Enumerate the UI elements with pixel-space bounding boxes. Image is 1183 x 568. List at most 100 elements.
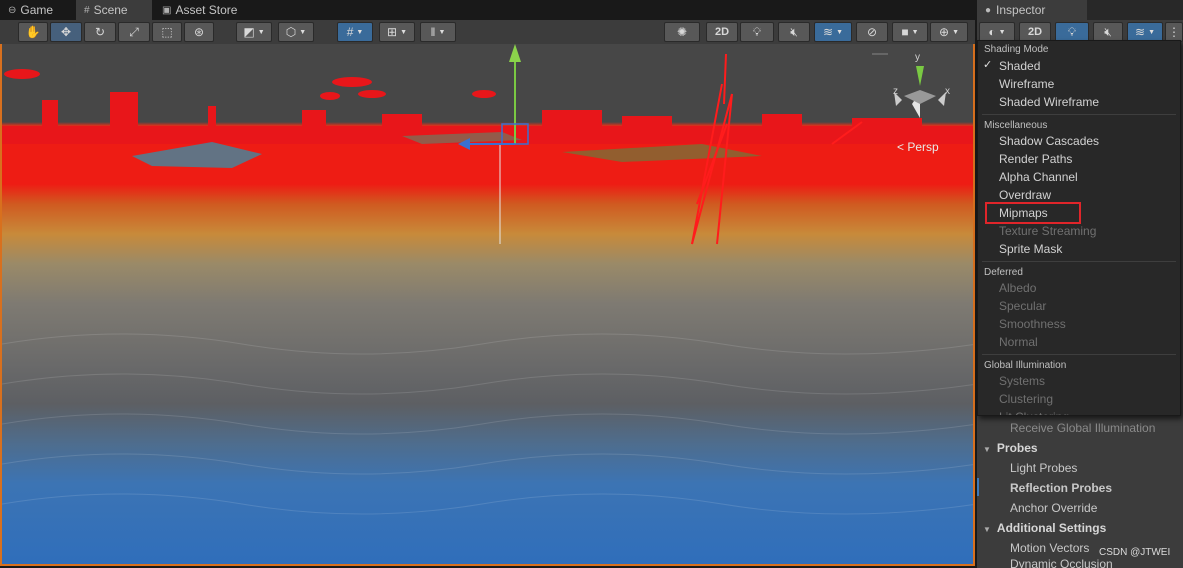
speaker-mute-icon: 🔇︎	[790, 24, 798, 39]
rotate-tool-button[interactable]: ↻	[84, 22, 116, 42]
mipmaps-highlight-box	[985, 202, 1081, 224]
triangle-down-icon: ▼	[983, 445, 991, 454]
scale-icon: ⤢	[129, 24, 139, 39]
chevron-down-icon: ▼	[257, 28, 265, 36]
dynamic-occlusion-row[interactable]: Dynamic Occlusion	[977, 557, 1183, 568]
inspector-audio-toggle[interactable]: 🔇︎	[1093, 22, 1123, 42]
move-arrows-icon: ✥	[60, 25, 72, 39]
inspector-2d-label: 2D	[1027, 26, 1043, 38]
debug-mode-button[interactable]: ✺	[664, 22, 700, 42]
menu-separator	[982, 354, 1176, 355]
reflection-probes-label: Reflection Probes	[1010, 481, 1113, 495]
ruler-dropdown[interactable]: ‖ ▼	[420, 22, 456, 42]
draw-mode-dropdown[interactable]: ◐ ▼	[979, 22, 1015, 42]
snap-increment-dropdown[interactable]: ⊞ ▼	[379, 22, 415, 42]
rect-tool-button[interactable]: ⬚	[152, 22, 182, 42]
effects-dropdown[interactable]: ≋ ▼	[814, 22, 852, 42]
inspector-more-button[interactable]: ⋮	[1165, 22, 1183, 42]
gizmo-axis-z: z	[893, 86, 898, 97]
hand-icon: ✋	[25, 25, 41, 39]
ruler-icon: ‖	[430, 25, 436, 39]
rotate-icon: ↻	[94, 25, 106, 39]
gizmo-globe-icon: ⊕	[939, 25, 950, 39]
draw-mode-menu: Shading Mode ✓ Shaded Wireframe Shaded W…	[977, 40, 1181, 416]
tab-asset-store[interactable]: ▣ Asset Store	[154, 0, 254, 20]
additional-settings-label: Additional Settings	[996, 521, 1107, 535]
chevron-down-icon: ▼	[438, 28, 446, 36]
layers-icon: ≋	[823, 25, 834, 39]
receive-gi-label: Receive Global Illumination	[1010, 421, 1156, 435]
chevron-down-icon: ▼	[356, 28, 364, 36]
camera-dropdown[interactable]: ■ ▼	[892, 22, 928, 42]
eye-slash-icon: ⊘	[866, 25, 878, 39]
checkmark-icon: ✓	[983, 59, 993, 71]
audio-toggle-button[interactable]: 🔇︎	[778, 22, 810, 42]
tab-scene[interactable]: # Scene	[76, 0, 152, 20]
menu-item-alpha-channel[interactable]: Alpha Channel	[999, 168, 1078, 186]
pencil-square-icon: ◩	[243, 25, 255, 39]
more-icon: ⋮	[1168, 25, 1180, 39]
menu-item-render-paths[interactable]: Render Paths	[999, 150, 1072, 168]
camera-icon: ■	[901, 25, 909, 39]
hand-tool-button[interactable]: ✋	[18, 22, 48, 42]
transform-icon: ⊛	[193, 25, 205, 39]
tab-strip-empty	[1087, 0, 1183, 20]
transform-tool-button[interactable]: ⊛	[184, 22, 214, 42]
chevron-down-icon: ▼	[400, 28, 407, 36]
cube-icon: ⬡	[285, 25, 297, 39]
chevron-down-icon: ▼	[952, 28, 959, 36]
persp-label[interactable]: < Persp	[897, 140, 939, 154]
lightbulb-icon: 💡︎	[1067, 24, 1077, 39]
bug-icon: ✺	[676, 25, 688, 39]
inspector-2d-button[interactable]: 2D	[1019, 22, 1051, 42]
menu-header-deferred: Deferred	[984, 267, 1023, 278]
anchor-override-label: Anchor Override	[1010, 501, 1098, 515]
scene-buildings	[2, 69, 973, 144]
grid-snap-icon: ⊞	[387, 25, 398, 39]
gizmos-dropdown[interactable]: ⊕ ▼	[930, 22, 968, 42]
anchor-override-row[interactable]: Anchor Override	[977, 498, 1183, 518]
menu-item-normal: Normal	[999, 335, 1038, 349]
crane-tower	[691, 53, 863, 245]
menu-header-global-illumination: Global Illumination	[984, 360, 1067, 371]
scale-tool-button[interactable]: ⤢	[118, 22, 150, 42]
menu-header-shading-mode: Shading Mode	[984, 44, 1049, 55]
reflection-probes-row[interactable]: Reflection Probes	[977, 478, 1183, 498]
menu-item-texture-streaming: Texture Streaming	[999, 224, 1097, 238]
scene-render	[2, 44, 973, 515]
lightbulb-icon: 💡︎	[752, 24, 762, 39]
move-tool-button[interactable]: ✥	[50, 22, 82, 42]
additional-settings-header[interactable]: ▼ Additional Settings	[977, 518, 1183, 538]
tab-game[interactable]: ⊖ Game	[0, 0, 74, 20]
tab-scene-label: Scene	[93, 3, 128, 17]
menu-item-sprite-mask[interactable]: Sprite Mask	[999, 240, 1062, 258]
menu-item-wireframe[interactable]: Wireframe	[999, 75, 1054, 93]
hidden-objects-toggle[interactable]: ⊘	[856, 22, 888, 42]
pivot-dropdown[interactable]: ⬡ ▼	[278, 22, 314, 42]
chevron-down-icon: ▼	[836, 28, 843, 36]
grid-snap-dropdown[interactable]: # ▼	[337, 22, 373, 42]
tab-inspector[interactable]: ● Inspector	[977, 0, 1087, 20]
scene-orientation-gizmo[interactable]	[872, 53, 946, 118]
editor-tab-bar: ⊖ Game # Scene ▣ Asset Store	[0, 0, 975, 20]
scene-horizon-patches	[132, 132, 762, 168]
watermark-text: CSDN @JTWEI	[1099, 547, 1171, 558]
toggle-2d-button[interactable]: 2D	[706, 22, 738, 42]
menu-item-clustering: Clustering	[999, 392, 1054, 406]
menu-item-shaded[interactable]: Shaded	[999, 57, 1040, 75]
inspector-effects-dropdown[interactable]: ≋ ▼	[1127, 22, 1163, 42]
receive-gi-row[interactable]: Receive Global Illumination	[977, 418, 1183, 438]
menu-item-lit-clustering: Lit Clustering	[999, 408, 1069, 415]
scene-viewport[interactable]: < Persp y z x	[0, 44, 975, 566]
menu-item-shaded-wireframe[interactable]: Shaded Wireframe	[999, 93, 1099, 111]
inspector-lighting-toggle[interactable]: 💡︎	[1055, 22, 1089, 42]
edit-mode-dropdown[interactable]: ◩ ▼	[236, 22, 272, 42]
lighting-toggle-button[interactable]: 💡︎	[740, 22, 774, 42]
menu-item-shadow-cascades[interactable]: Shadow Cascades	[999, 132, 1099, 150]
probes-section-header[interactable]: ▼ Probes	[977, 438, 1183, 458]
menu-item-specular: Specular	[999, 299, 1047, 313]
shopping-bag-icon: ▣	[162, 4, 172, 16]
scene-toolbar: ✋ ✥ ↻ ⤢ ⬚ ⊛ ◩ ▼ ⬡ ▼ # ▼ ⊞ ▼ ‖ ▼ ✺ 2D 💡︎ 🔇︎ ≋ ▼…	[0, 20, 975, 44]
gamepad-icon: ⊖	[8, 4, 17, 16]
light-probes-row[interactable]: Light Probes	[977, 458, 1183, 478]
